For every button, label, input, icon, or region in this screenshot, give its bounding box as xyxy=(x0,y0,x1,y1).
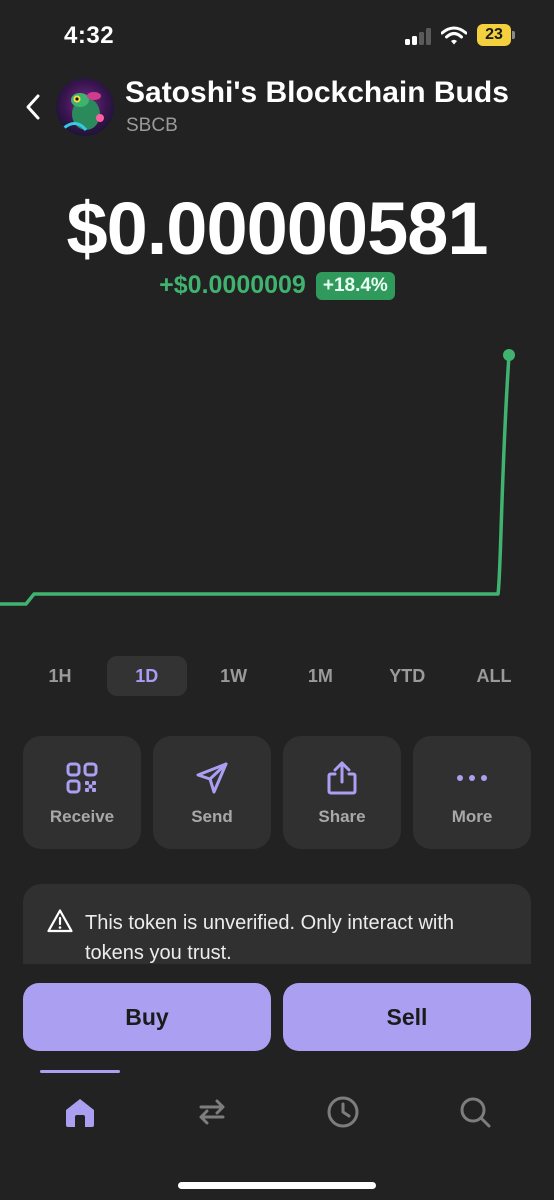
token-avatar-icon xyxy=(56,78,114,136)
price-change-absolute: +$0.0000009 xyxy=(159,271,306,299)
range-1h[interactable]: 1H xyxy=(20,656,100,696)
more-button[interactable]: More xyxy=(413,736,531,849)
qr-code-icon xyxy=(66,762,98,794)
clock-icon[interactable] xyxy=(325,1094,361,1130)
price-chart-line xyxy=(0,353,511,606)
token-title: Satoshi's Blockchain Buds xyxy=(125,76,509,109)
range-1d[interactable]: 1D xyxy=(106,656,187,696)
share-button[interactable]: Share xyxy=(283,736,401,849)
sell-button[interactable]: Sell xyxy=(283,983,531,1051)
battery-level: 23 xyxy=(477,24,511,46)
range-1m[interactable]: 1M xyxy=(280,656,360,696)
time-range-selector: 1H 1D 1W 1M YTD ALL xyxy=(20,656,534,696)
paper-plane-icon xyxy=(196,762,228,794)
share-icon xyxy=(327,761,357,795)
price-change-row: +$0.0000009 +18.4% xyxy=(0,271,554,300)
send-button[interactable]: Send xyxy=(153,736,271,849)
receive-label: Receive xyxy=(49,807,115,826)
token-price: $0.00000581 xyxy=(66,187,488,270)
home-icon[interactable] xyxy=(62,1094,98,1130)
action-buttons: Receive Send Share More xyxy=(23,736,531,849)
more-dots-icon xyxy=(457,775,487,781)
price-change-percent-badge: +18.4% xyxy=(315,271,395,300)
status-time: 4:32 xyxy=(64,22,115,49)
home-indicator-bar xyxy=(178,1182,376,1189)
status-bar: 4:32 23 xyxy=(0,0,554,70)
range-ytd[interactable]: YTD xyxy=(367,656,447,696)
wifi-icon xyxy=(441,26,467,45)
price-chart[interactable] xyxy=(0,330,554,630)
price-chart-current-point xyxy=(503,349,515,361)
unverified-warning-card: This token is unverified. Only interact … xyxy=(23,884,531,964)
buy-button[interactable]: Buy xyxy=(23,983,271,1051)
cellular-signal-icon xyxy=(405,28,433,45)
range-1w[interactable]: 1W xyxy=(194,656,274,696)
warning-triangle-icon xyxy=(47,909,73,933)
search-icon[interactable] xyxy=(457,1094,493,1130)
range-all[interactable]: ALL xyxy=(454,656,534,696)
token-symbol: SBCB xyxy=(126,115,178,136)
swap-icon[interactable] xyxy=(194,1094,230,1130)
back-chevron-icon[interactable] xyxy=(22,92,46,122)
more-label: More xyxy=(451,807,493,826)
battery-icon: 23 xyxy=(477,24,515,46)
receive-button[interactable]: Receive xyxy=(23,736,141,849)
share-label: Share xyxy=(318,807,366,826)
send-label: Send xyxy=(191,807,233,826)
active-tab-indicator xyxy=(40,1070,120,1073)
warning-text: This token is unverified. Only interact … xyxy=(85,912,455,964)
